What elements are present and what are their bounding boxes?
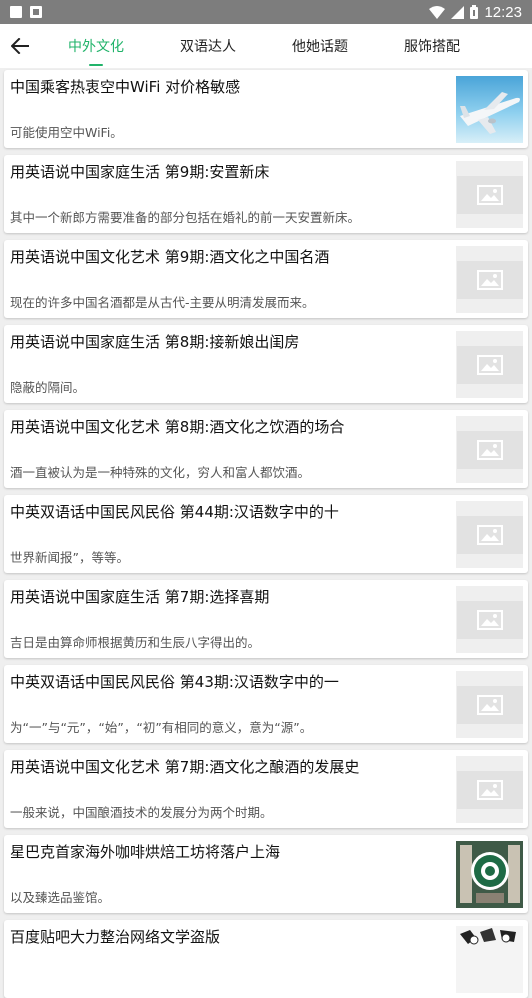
image-placeholder-icon [476,609,503,630]
article-summary: 现在的许多中国名酒都是从古代-主要从明清发展而来。 [10,295,315,310]
article-card[interactable]: 用英语说中国文化艺术 第8期:酒文化之饮酒的场合 酒一直被认为是一种特殊的文化，… [4,410,528,488]
article-card[interactable]: 中英双语话中国民风民俗 第44期:汉语数字中的十 世界新闻报”，等等。 [4,495,528,573]
image-placeholder-icon [476,269,503,290]
thumbnail-placeholder [456,671,523,738]
comic-thumbnail [456,926,523,993]
article-card[interactable]: 中英双语话中国民风民俗 第43期:汉语数字中的一 为“一”与“元”，“始”，“初… [4,665,528,743]
tab-label: 服饰搭配 [404,39,460,55]
clock: 12:23 [484,3,522,21]
article-title: 用英语说中国文化艺术 第9期:酒文化之中国名酒 [10,248,330,266]
thumbnail-placeholder [456,501,523,568]
category-tabs: 中外文化 双语达人 他她话题 服饰搭配 [40,24,532,68]
article-title: 用英语说中国家庭生活 第8期:接新娘出闺房 [10,333,300,351]
article-card[interactable]: 用英语说中国家庭生活 第7期:选择喜期 吉日是由算命师根据黄历和生辰八字得出的。 [4,580,528,658]
thumbnail-placeholder [456,331,523,398]
article-card[interactable]: 用英语说中国文化艺术 第7期:酒文化之酿酒的发展史 一般来说，中国酿酒技术的发展… [4,750,528,828]
thumbnail-placeholder [456,246,523,313]
thumbnail-placeholder [456,161,523,228]
article-title: 中英双语话中国民风民俗 第44期:汉语数字中的十 [10,503,339,521]
image-placeholder-icon [476,779,503,800]
article-card[interactable]: 中国乘客热衷空中WiFi 对价格敏感 可能使用空中WiFi。 [4,70,528,148]
wifi-icon [429,5,446,19]
article-title: 用英语说中国家庭生活 第7期:选择喜期 [10,588,270,606]
article-summary: 可能使用空中WiFi。 [10,125,123,140]
article-card[interactable]: 百度贴吧大力整治网络文学盗版 [4,920,528,998]
tab-fashion[interactable]: 服饰搭配 [376,24,488,68]
active-tab-indicator [89,64,103,66]
image-placeholder-icon [476,439,503,460]
tab-label: 他她话题 [292,39,348,55]
article-summary: 其中一个新郎方需要准备的部分包括在婚礼的前一天安置新床。 [10,210,361,225]
article-card[interactable]: 用英语说中国家庭生活 第8期:接新娘出闺房 隐蔽的隔间。 [4,325,528,403]
article-summary: 隐蔽的隔间。 [10,380,86,395]
tab-topics[interactable]: 他她话题 [264,24,376,68]
article-title: 星巴克首家海外咖啡烘焙工坊将落户上海 [10,843,281,861]
article-card[interactable]: 星巴克首家海外咖啡烘焙工坊将落户上海 以及臻选品鉴馆。 [4,835,528,913]
image-placeholder-icon [476,524,503,545]
status-bar: 12:23 [0,0,532,24]
article-summary: 以及臻选品鉴馆。 [10,890,111,905]
tab-culture[interactable]: 中外文化 [40,24,152,68]
back-button[interactable] [0,24,40,68]
top-nav-bar: 中外文化 双语达人 他她话题 服饰搭配 [0,24,532,68]
tab-bilingual[interactable]: 双语达人 [152,24,264,68]
article-card[interactable]: 用英语说中国文化艺术 第9期:酒文化之中国名酒 现在的许多中国名酒都是从古代-主… [4,240,528,318]
image-placeholder-icon [476,354,503,375]
article-summary: 酒一直被认为是一种特殊的文化，穷人和富人都饮酒。 [10,465,311,480]
article-summary: 为“一”与“元”，“始”，“初”有相同的意义，意为“源”。 [10,720,313,735]
article-summary: 世界新闻报”，等等。 [10,550,129,565]
thumbnail-placeholder [456,586,523,653]
image-placeholder-icon [476,694,503,715]
article-title: 用英语说中国文化艺术 第8期:酒文化之饮酒的场合 [10,418,345,436]
arrow-left-icon [11,38,29,54]
airplane-thumbnail [456,76,523,143]
thumbnail-placeholder [456,416,523,483]
article-summary: 一般来说，中国酿酒技术的发展分为两个时期。 [10,805,273,820]
image-placeholder-icon [476,184,503,205]
article-title: 中英双语话中国民风民俗 第43期:汉语数字中的一 [10,673,339,691]
tab-label: 双语达人 [180,39,236,55]
article-title: 用英语说中国家庭生活 第9期:安置新床 [10,163,270,181]
notification-icon [10,6,22,18]
starbucks-thumbnail [456,841,523,908]
article-summary: 吉日是由算命师根据黄历和生辰八字得出的。 [10,635,261,650]
article-title: 用英语说中国文化艺术 第7期:酒文化之酿酒的发展史 [10,758,360,776]
battery-icon [470,5,479,19]
signal-icon [451,5,465,19]
tab-label: 中外文化 [68,39,124,55]
article-card[interactable]: 用英语说中国家庭生活 第9期:安置新床 其中一个新郎方需要准备的部分包括在婚礼的… [4,155,528,233]
article-title: 百度贴吧大力整治网络文学盗版 [10,928,221,946]
article-title: 中国乘客热衷空中WiFi 对价格敏感 [10,78,241,96]
thumbnail-placeholder [456,756,523,823]
app-notification-icon [30,6,42,18]
